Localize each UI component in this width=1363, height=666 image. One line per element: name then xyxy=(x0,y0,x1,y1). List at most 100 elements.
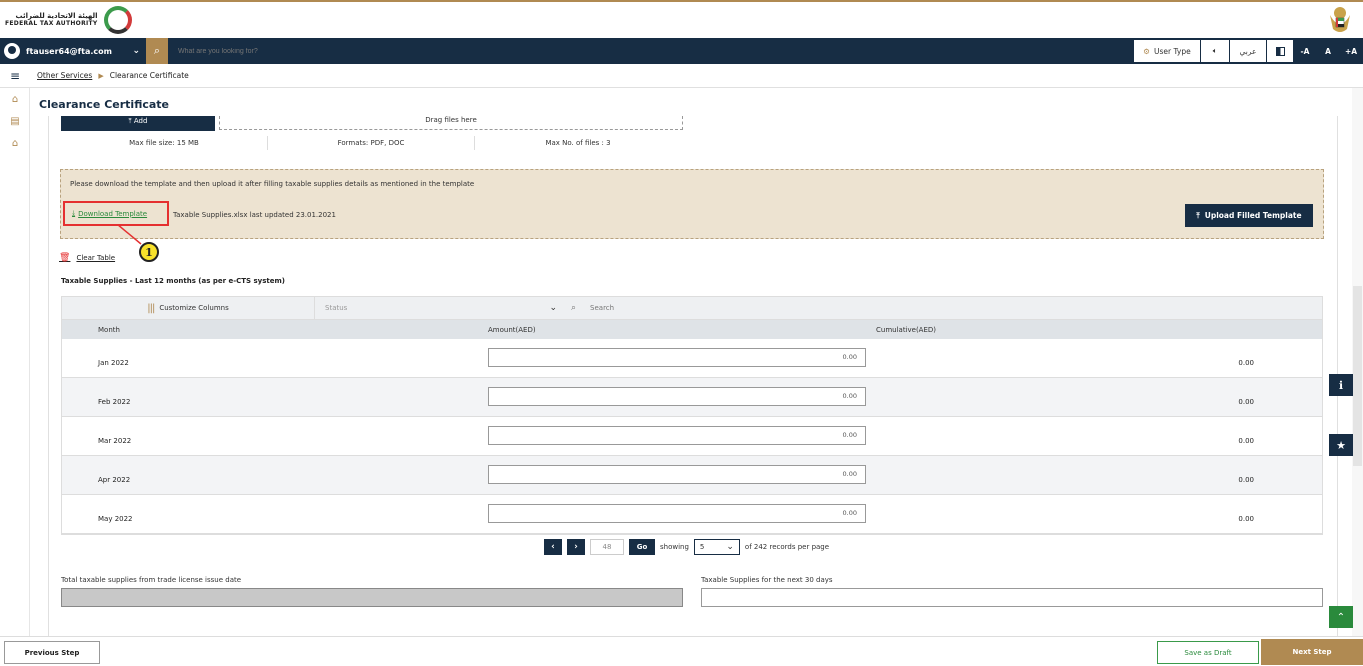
star-icon[interactable]: ★ xyxy=(1329,434,1353,456)
table-search-placeholder: Search xyxy=(590,304,615,312)
top-navigation-bar: ftauser64@fta.com ⌄ ⌕ ⚙ User Type 🔈︎ عرب… xyxy=(0,38,1363,64)
table-row: Apr 2022 0.00 0.00 xyxy=(62,456,1322,495)
save-as-draft-button[interactable]: Save as Draft xyxy=(1157,641,1259,664)
font-decrease-button[interactable]: -A xyxy=(1294,40,1316,62)
clear-table-link[interactable]: 🗑︎ Clear Table xyxy=(59,253,115,263)
table-row: Feb 2022 0.00 0.00 xyxy=(62,378,1322,417)
chevron-down-icon: ⌄ xyxy=(549,303,557,313)
row-month: Feb 2022 xyxy=(98,398,131,406)
contrast-button[interactable] xyxy=(1267,40,1293,62)
amount-input[interactable]: 0.00 xyxy=(488,347,866,367)
page-number-input[interactable]: 48 xyxy=(590,539,624,555)
breadcrumb-arrow-icon: ▶ xyxy=(98,71,104,80)
hamburger-menu-icon[interactable]: ≡ xyxy=(0,69,30,83)
go-button[interactable]: Go xyxy=(629,539,655,555)
amount-input[interactable]: 0.00 xyxy=(488,386,866,406)
status-filter-select[interactable]: Status ⌄ xyxy=(315,297,567,320)
row-month: May 2022 xyxy=(98,515,133,523)
arabic-language-button[interactable]: عربي xyxy=(1230,40,1266,62)
row-month: Apr 2022 xyxy=(98,476,131,484)
customize-columns-label: Customize Columns xyxy=(159,304,229,312)
previous-step-button[interactable]: Previous Step xyxy=(4,641,100,664)
bank-icon[interactable]: ⌂ xyxy=(0,132,30,154)
upload-icon: ⤒ xyxy=(1196,210,1200,220)
home-icon[interactable]: ⌂ xyxy=(0,88,30,110)
fta-logo[interactable]: الهيئة الاتحادية للضرائب FEDERAL TAX AUT… xyxy=(5,6,132,34)
user-type-button[interactable]: ⚙ User Type xyxy=(1134,40,1200,62)
columns-icon: ||| xyxy=(147,302,155,314)
user-avatar-icon xyxy=(4,43,20,59)
column-header-month: Month xyxy=(98,325,120,334)
table-header: Month Amount(AED) Cumulative(AED) xyxy=(62,320,1322,339)
next-page-button[interactable]: › xyxy=(567,539,585,555)
add-file-button[interactable]: ⤒ Add xyxy=(61,116,215,131)
breadcrumb-other-services[interactable]: Other Services xyxy=(37,71,92,80)
scroll-to-top-icon[interactable]: ⌃ xyxy=(1329,606,1353,628)
scrollbar-thumb[interactable] xyxy=(1353,286,1362,466)
row-cumulative: 0.00 xyxy=(1238,476,1254,484)
upload-filled-template-button[interactable]: ⤒ Upload Filled Template xyxy=(1185,204,1313,227)
page-title: Clearance Certificate xyxy=(39,98,170,111)
customize-columns-button[interactable]: ||| Customize Columns xyxy=(62,296,315,320)
row-cumulative: 0.00 xyxy=(1238,398,1254,406)
document-icon[interactable]: ▤ xyxy=(0,110,30,132)
speaker-icon: 🔈︎ xyxy=(1212,46,1218,55)
info-icon[interactable]: ℹ xyxy=(1329,374,1353,396)
next-30-days-input[interactable] xyxy=(701,588,1323,607)
table-search-input[interactable]: ⌕ Search xyxy=(567,303,614,313)
column-header-amount: Amount(AED) xyxy=(488,325,536,334)
table-toolbar: ||| Customize Columns Status ⌄ ⌕ Search xyxy=(62,296,1322,320)
file-constraints: Max file size: 15 MB Formats: PDF, DOC M… xyxy=(61,136,681,150)
chevron-down-icon: ⌄ xyxy=(132,46,140,56)
user-email: ftauser64@fta.com xyxy=(26,46,112,56)
download-template-label: Download Template xyxy=(78,209,148,218)
taxable-supplies-heading: Taxable Supplies - Last 12 months (as pe… xyxy=(61,277,285,285)
logo-arabic-text: الهيئة الاتحادية للضرائب xyxy=(15,12,98,20)
speaker-button[interactable]: 🔈︎ xyxy=(1201,40,1229,62)
per-page-value: 5 xyxy=(699,543,705,551)
taxable-supplies-table: ||| Customize Columns Status ⌄ ⌕ Search … xyxy=(61,296,1323,535)
next-step-button[interactable]: Next Step xyxy=(1261,639,1363,665)
breadcrumb-bar: ≡ Other Services ▶ Clearance Certificate xyxy=(0,64,1363,88)
user-menu[interactable]: ftauser64@fta.com ⌄ xyxy=(0,38,146,64)
amount-input[interactable]: 0.00 xyxy=(488,425,866,445)
font-normal-button[interactable]: A xyxy=(1317,40,1339,62)
amount-input[interactable]: 0.00 xyxy=(488,503,866,523)
gear-icon: ⚙ xyxy=(1143,46,1150,56)
form-panel: ⤒ Add Drag files here Max file size: 15 … xyxy=(48,116,1338,636)
row-month: Jan 2022 xyxy=(98,359,129,367)
column-header-cumulative: Cumulative(AED) xyxy=(876,325,937,334)
max-file-count: Max No. of files : 3 xyxy=(545,139,611,147)
showing-label: showing xyxy=(660,543,689,551)
upload-template-label: Upload Filled Template xyxy=(1204,211,1302,220)
template-file-info: Taxable Supplies.xlsx last updated 23.01… xyxy=(173,211,336,219)
main-content: Clearance Certificate ⤒ Add Drag files h… xyxy=(30,88,1350,636)
scrollbar[interactable] xyxy=(1352,88,1363,636)
amount-input[interactable]: 0.00 xyxy=(488,464,866,484)
breadcrumb: Other Services ▶ Clearance Certificate xyxy=(37,71,189,80)
left-sidebar: ⌂ ▤ ⌂ xyxy=(0,88,30,636)
max-file-size: Max file size: 15 MB xyxy=(61,136,268,150)
add-label: Add xyxy=(133,117,148,125)
footer-actions: Previous Step Save as Draft Next Step xyxy=(0,636,1363,666)
user-type-label: User Type xyxy=(1154,46,1191,56)
total-supplies-label: Total taxable supplies from trade licens… xyxy=(61,576,242,584)
contrast-icon xyxy=(1275,46,1285,56)
trash-icon: 🗑︎ xyxy=(59,253,71,263)
table-row: Jan 2022 0.00 0.00 xyxy=(62,339,1322,378)
search-icon[interactable]: ⌕ xyxy=(146,38,168,64)
breadcrumb-current: Clearance Certificate xyxy=(109,71,189,80)
file-drop-zone[interactable]: Drag files here xyxy=(219,116,683,130)
download-template-link[interactable]: ⤓ Download Template xyxy=(63,201,169,226)
status-placeholder: Status xyxy=(325,304,348,312)
download-icon: ⤓ xyxy=(72,209,76,217)
search-icon: ⌕ xyxy=(571,303,577,313)
row-cumulative: 0.00 xyxy=(1238,359,1254,367)
records-per-page-select[interactable]: 5 ⌄ xyxy=(693,539,740,555)
font-increase-button[interactable]: +A xyxy=(1340,40,1362,62)
total-supplies-field xyxy=(61,588,683,607)
global-search-input[interactable] xyxy=(178,47,478,55)
arabic-label: عربي xyxy=(1239,46,1257,56)
template-instructions: Please download the template and then up… xyxy=(70,180,475,188)
previous-page-button[interactable]: ‹ xyxy=(544,539,562,555)
